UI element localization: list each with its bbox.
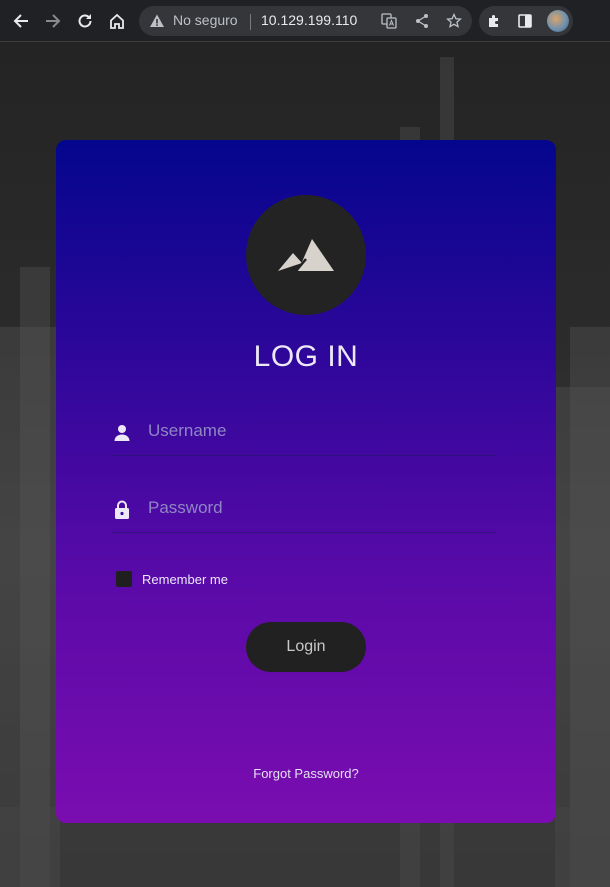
password-input[interactable] (148, 493, 488, 523)
page-title: LOG IN (253, 340, 359, 373)
lock-icon (112, 499, 132, 521)
logo (246, 195, 366, 315)
username-input[interactable] (148, 416, 488, 446)
forward-icon[interactable] (40, 8, 66, 34)
share-icon[interactable] (413, 12, 431, 30)
avatar[interactable] (547, 10, 569, 32)
background-building (20, 267, 50, 887)
password-field (112, 487, 496, 533)
user-icon (112, 422, 132, 444)
reload-icon[interactable] (72, 8, 98, 34)
back-icon[interactable] (8, 8, 34, 34)
sidepanel-icon[interactable] (516, 12, 534, 30)
home-icon[interactable] (104, 8, 130, 34)
translate-icon[interactable] (380, 12, 398, 30)
security-label[interactable]: No seguro (173, 12, 238, 28)
address-bar[interactable]: No seguro 10.129.199.110 (139, 6, 472, 36)
star-icon[interactable] (445, 12, 463, 30)
browser-toolbar: No seguro 10.129.199.110 (0, 0, 610, 42)
username-field (112, 410, 496, 456)
mountain-icon (278, 239, 334, 271)
forgot-password-link[interactable]: Forgot Password? (56, 766, 556, 781)
omnibox-divider (250, 14, 251, 30)
remember-label[interactable]: Remember me (142, 572, 228, 587)
remember-me[interactable]: Remember me (116, 571, 228, 587)
background-building (570, 327, 610, 887)
remember-checkbox[interactable] (116, 571, 132, 587)
login-button[interactable]: Login (246, 622, 366, 672)
login-card: LOG IN Remember me Login Forgot Password… (56, 140, 556, 823)
warning-icon[interactable] (149, 13, 165, 33)
url-text[interactable]: 10.129.199.110 (261, 12, 357, 28)
extensions-icon[interactable] (485, 12, 503, 30)
